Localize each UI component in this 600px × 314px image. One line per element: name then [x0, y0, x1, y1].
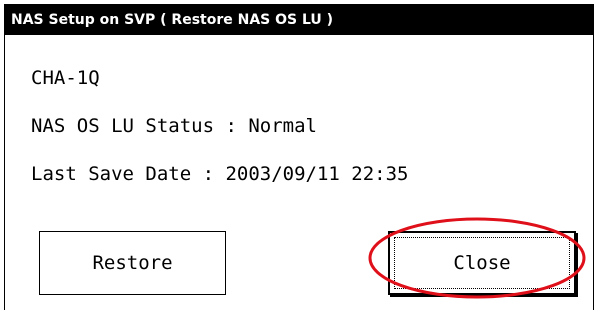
last-save-date-text: Last Save Date : 2003/09/11 22:35: [31, 163, 409, 185]
restore-button-label: Restore: [92, 252, 173, 274]
close-button[interactable]: Close: [388, 231, 576, 295]
dialog-title-bar: NAS Setup on SVP ( Restore NAS OS LU ): [5, 5, 593, 35]
restore-nas-os-lu-dialog: NAS Setup on SVP ( Restore NAS OS LU ) C…: [4, 4, 594, 310]
restore-button[interactable]: Restore: [39, 231, 226, 295]
nas-os-lu-status-text: NAS OS LU Status : Normal: [31, 115, 317, 137]
close-button-label: Close: [453, 252, 511, 274]
dialog-title: NAS Setup on SVP ( Restore NAS OS LU ): [11, 12, 334, 28]
channel-adapter-label: CHA-1Q: [31, 67, 100, 89]
